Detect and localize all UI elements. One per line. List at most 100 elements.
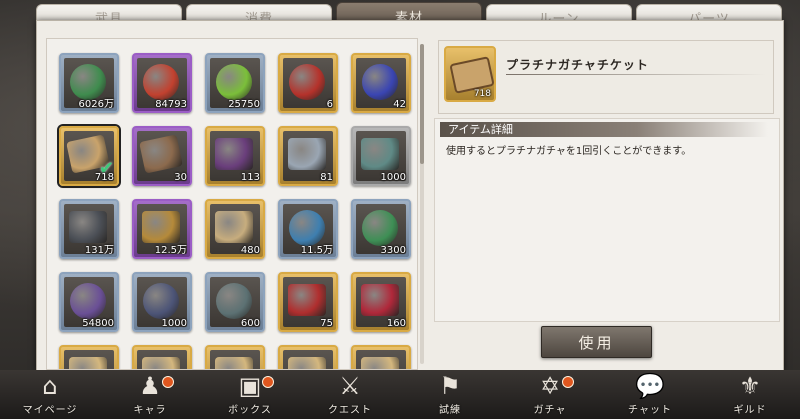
notification-badge [162, 376, 174, 388]
item-qty: 3300 [380, 245, 406, 256]
item-qty: 81 [320, 172, 333, 183]
flag-icon: ⚑ [439, 372, 461, 400]
item-description: 使用するとプラチナガチャを1回引くことができます。 [446, 146, 692, 157]
home-icon: ⌂ [42, 372, 58, 400]
item-slot[interactable]: 54800 [59, 272, 119, 332]
selected-item-qty: 718 [473, 89, 491, 99]
divider [506, 74, 766, 75]
item-qty: 718 [94, 172, 114, 183]
item-slot[interactable]: 6 [278, 53, 338, 113]
nav-item-chat[interactable]: 💬 チャット [600, 370, 700, 419]
item-slot[interactable]: 600 [205, 272, 265, 332]
purple-scroll-icon [215, 138, 253, 170]
partial-item-icon [142, 357, 180, 369]
item-slot[interactable]: 6026万 [59, 53, 119, 113]
heart-stone-icon [361, 138, 399, 170]
scroll-thumb[interactable] [420, 44, 424, 164]
item-slot[interactable] [59, 345, 119, 369]
item-qty: 480 [240, 245, 260, 256]
guild-crest-icon: ⚜ [739, 372, 761, 400]
nav-label: チャット [628, 405, 672, 416]
item-slot[interactable] [205, 345, 265, 369]
item-slot[interactable]: 42 [351, 53, 411, 113]
use-button[interactable]: 使用 [541, 326, 652, 358]
swords-icon: ⚔ [339, 372, 361, 400]
nav-label: 試練 [439, 405, 461, 416]
hexagram-icon: ✡ [539, 372, 561, 400]
item-slot[interactable]: 3300 [351, 199, 411, 259]
item-slot[interactable]: 131万 [59, 199, 119, 259]
item-qty: 600 [240, 318, 260, 329]
gold-ore-icon [142, 211, 180, 243]
box-icon: ▣ [238, 372, 262, 400]
selected-item-thumbnail: 718 [444, 46, 496, 102]
item-qty: 42 [393, 99, 406, 110]
item-qty: 11.5万 [300, 245, 333, 256]
item-slot[interactable]: 1000 [351, 126, 411, 186]
nav-item-hexagram[interactable]: ✡ ガチャ [500, 370, 600, 419]
red-chest-icon [361, 284, 399, 316]
item-qty: 1000 [161, 318, 187, 329]
item-slot[interactable]: 25750 [205, 53, 265, 113]
nav-label: ボックス [228, 405, 272, 416]
item-grid[interactable]: 6026万 84793 25750 6 42 ✔ 718 30 113 81 1000 131万 12.… [46, 38, 418, 370]
nav-item-guild-crest[interactable]: ⚜ ギルド [700, 370, 800, 419]
nav-item-home[interactable]: ⌂ マイページ [0, 370, 100, 419]
item-qty: 54800 [82, 318, 114, 329]
blue-potion-icon [362, 64, 398, 100]
item-slot[interactable]: 84793 [132, 53, 192, 113]
nav-item-swords[interactable]: ⚔ クエスト [300, 370, 400, 419]
item-slot[interactable]: 12.5万 [132, 199, 192, 259]
nav-label: クエスト [328, 405, 372, 416]
item-qty: 1000 [380, 172, 406, 183]
nav-label: ガチャ [533, 405, 567, 416]
red-orb-icon [143, 64, 179, 100]
item-slot[interactable]: 75 [278, 272, 338, 332]
item-qty: 84793 [155, 99, 187, 110]
map-scroll-icon [288, 138, 326, 170]
item-qty: 6026万 [78, 99, 114, 110]
item-qty: 75 [320, 318, 333, 329]
item-slot[interactable]: 160 [351, 272, 411, 332]
purple-rune-coin-icon [70, 283, 106, 319]
chat-icon: 💬 [635, 372, 665, 400]
iron-ore-icon [69, 211, 107, 243]
item-slot[interactable]: 113 [205, 126, 265, 186]
item-slot[interactable] [278, 345, 338, 369]
item-slot[interactable]: 30 [132, 126, 192, 186]
item-slot[interactable] [351, 345, 411, 369]
item-qty: 160 [386, 318, 406, 329]
gray-rune-coin-icon [216, 283, 252, 319]
partial-item-icon [69, 357, 107, 369]
bottom-nav: ⌂ マイページ ♟ キャラ ▣ ボックス ⚔ クエスト ⚑ 試練 ✡ ガチャ 💬 チャット ⚜ ギルド [0, 370, 800, 419]
item-grid-scrollbar[interactable] [420, 44, 424, 364]
item-qty: 12.5万 [154, 245, 187, 256]
nav-label: ギルド [733, 405, 767, 416]
item-slot[interactable]: 81 [278, 126, 338, 186]
item-qty: 30 [174, 172, 187, 183]
stone-tablet-icon [215, 211, 253, 243]
nav-item-characters[interactable]: ♟ キャラ [100, 370, 200, 419]
green-potion-icon [216, 64, 252, 100]
notification-badge [562, 376, 574, 388]
red-potion-icon [289, 64, 325, 100]
partial-item-icon [215, 357, 253, 369]
partial-item-icon [361, 357, 399, 369]
partial-item-icon [288, 357, 326, 369]
characters-icon: ♟ [139, 372, 161, 400]
item-qty: 6 [326, 99, 333, 110]
red-gem-icon [288, 284, 326, 316]
notification-badge [262, 376, 274, 388]
nav-item-box[interactable]: ▣ ボックス [200, 370, 300, 419]
item-qty: 131万 [84, 245, 114, 256]
item-slot[interactable]: 11.5万 [278, 199, 338, 259]
item-slot[interactable]: ✔ 718 [59, 126, 119, 186]
green-rune-coin-icon [362, 210, 398, 246]
item-slot[interactable]: 1000 [132, 272, 192, 332]
item-qty: 113 [240, 172, 260, 183]
item-slot[interactable] [132, 345, 192, 369]
item-slot[interactable]: 480 [205, 199, 265, 259]
nav-label: マイページ [22, 405, 78, 416]
dark-rune-coin-icon [143, 283, 179, 319]
nav-item-flag[interactable]: ⚑ 試練 [400, 370, 500, 419]
